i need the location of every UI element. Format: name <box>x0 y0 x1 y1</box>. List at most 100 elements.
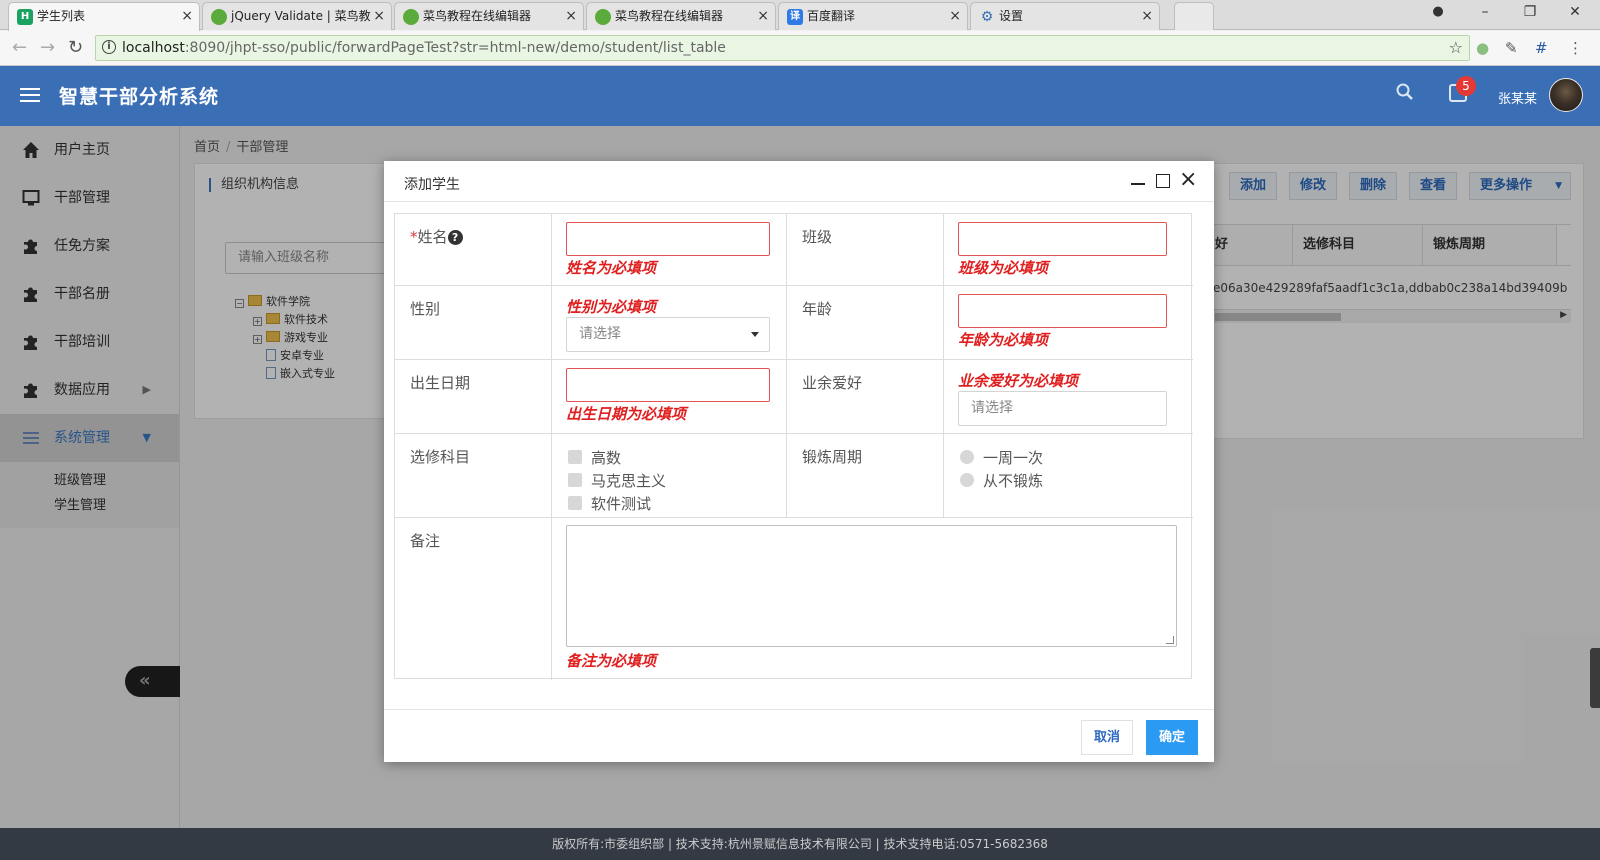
tab-title: 设置 <box>999 9 1024 23</box>
tab-title: 菜鸟教程在线编辑器 <box>423 9 532 23</box>
url-host: localhost <box>122 40 185 56</box>
hobby-error: 业余爱好为必填项 <box>958 372 1079 390</box>
name-input[interactable] <box>566 222 770 256</box>
browser-tab-baidu-translate[interactable]: 译 百度翻译 × <box>778 2 968 30</box>
info-icon[interactable]: i <box>102 40 116 54</box>
radio-label: 从不锻炼 <box>983 472 1044 490</box>
birthdate-cell: 出生日期为必填项 <box>552 360 787 434</box>
browser-tab-student-list[interactable]: H 学生列表 × <box>8 2 200 31</box>
close-tab-icon[interactable]: × <box>949 3 961 30</box>
tab-title: jQuery Validate | 菜鸟教 <box>231 9 371 23</box>
close-tab-icon[interactable]: × <box>1141 3 1153 30</box>
hobby-cell: 业余爱好为必填项 请选择 <box>944 360 1193 434</box>
new-tab-button[interactable] <box>1174 2 1214 30</box>
hobby-label: 业余爱好 <box>787 360 944 434</box>
age-input[interactable] <box>958 294 1167 328</box>
runoob-icon <box>211 9 227 25</box>
elective-checkbox[interactable]: 高数 <box>568 447 621 468</box>
birthdate-label: 出生日期 <box>395 360 552 434</box>
eyedropper-icon[interactable]: ✎ <box>1505 39 1518 57</box>
browser-tab-jquery-validate[interactable]: jQuery Validate | 菜鸟教 × <box>202 2 392 30</box>
cancel-button[interactable]: 取消 <box>1081 720 1133 755</box>
grid-extension-icon[interactable]: # <box>1535 39 1548 57</box>
forward-icon[interactable]: → <box>40 37 55 58</box>
checkbox-label: 软件测试 <box>591 495 652 513</box>
exercise-radio[interactable]: 从不锻炼 <box>960 470 1043 491</box>
gender-cell: 性别为必填项 请选择 <box>552 286 787 360</box>
remark-error: 备注为必填项 <box>566 652 657 670</box>
maximize-icon[interactable] <box>1156 174 1170 188</box>
browser-tab-runoob-editor-2[interactable]: 菜鸟教程在线编辑器 × <box>586 2 776 30</box>
checkbox-box[interactable] <box>568 450 582 464</box>
runoob-icon <box>595 9 611 25</box>
radio-label: 一周一次 <box>983 449 1044 467</box>
close-window-icon[interactable]: ✕ <box>1565 4 1585 20</box>
gender-select[interactable]: 请选择 <box>566 317 770 352</box>
profile-icon[interactable]: ● <box>1428 4 1448 19</box>
remark-label: 备注 <box>395 518 552 680</box>
help-icon[interactable]: ? <box>447 230 463 245</box>
avatar[interactable] <box>1549 78 1583 112</box>
hamburger-menu-icon[interactable] <box>20 88 40 102</box>
tab-title: 菜鸟教程在线编辑器 <box>615 9 724 23</box>
hobby-select[interactable]: 请选择 <box>958 391 1167 426</box>
minimize-icon[interactable] <box>1131 183 1145 185</box>
remark-cell: 备注为必填项 <box>552 518 1193 680</box>
minimize-window-icon[interactable]: – <box>1475 4 1495 20</box>
gender-select-placeholder: 请选择 <box>579 326 621 342</box>
required-mark: * <box>410 228 418 246</box>
page-footer: 版权所有:市委组织部 | 技术支持:杭州景赋信息技术有限公司 | 技术支持电话:… <box>0 828 1600 860</box>
name-label-text: 姓名 <box>417 228 448 246</box>
class-error: 班级为必填项 <box>958 259 1049 277</box>
h-logo-icon: H <box>17 9 33 25</box>
birthdate-error: 出生日期为必填项 <box>566 405 687 423</box>
restore-window-icon[interactable]: ❐ <box>1520 4 1540 20</box>
exercise-radio[interactable]: 一周一次 <box>960 447 1043 468</box>
divider <box>384 201 1214 202</box>
gender-error: 性别为必填项 <box>566 298 657 316</box>
exercise-cell: 一周一次 从不锻炼 <box>944 434 1193 518</box>
search-icon[interactable] <box>1396 83 1414 101</box>
class-cell: 班级为必填项 <box>944 214 1193 286</box>
radio-circle[interactable] <box>960 450 974 464</box>
browser-tab-bar: H 学生列表 × jQuery Validate | 菜鸟教 × 菜鸟教程在线编… <box>0 0 1600 31</box>
close-tab-icon[interactable]: × <box>181 3 193 30</box>
menu-icon[interactable]: ⋮ <box>1568 39 1583 57</box>
electives-cell: 高数 马克思主义 软件测试 <box>552 434 787 518</box>
close-tab-icon[interactable]: × <box>757 3 769 30</box>
class-label: 班级 <box>787 214 944 286</box>
browser-tab-runoob-editor-1[interactable]: 菜鸟教程在线编辑器 × <box>394 2 584 30</box>
gender-label: 性别 <box>395 286 552 360</box>
back-icon[interactable]: ← <box>12 37 27 58</box>
class-input[interactable] <box>958 222 1167 256</box>
elective-checkbox[interactable]: 软件测试 <box>568 493 651 514</box>
birthdate-input[interactable] <box>566 368 770 402</box>
user-name[interactable]: 张某某 <box>1498 88 1537 107</box>
url-path: :8090/jhpt-sso/public/forwardPageTest?st… <box>184 40 726 56</box>
close-tab-icon[interactable]: × <box>373 3 385 30</box>
gear-icon: ⚙ <box>980 9 994 25</box>
reload-icon[interactable]: ↻ <box>68 37 83 58</box>
checkbox-label: 马克思主义 <box>591 472 667 490</box>
browser-tab-settings[interactable]: ⚙ 设置 × <box>970 2 1160 30</box>
chevron-down-icon <box>751 332 759 337</box>
address-bar[interactable]: i localhost:8090/jhpt-sso/public/forward… <box>95 35 1470 61</box>
electives-label: 选修科目 <box>395 434 552 518</box>
elective-checkbox[interactable]: 马克思主义 <box>568 470 666 491</box>
close-tab-icon[interactable]: × <box>565 3 577 30</box>
checkbox-label: 高数 <box>591 449 622 467</box>
translate-icon: 译 <box>787 9 803 25</box>
bookmark-star-icon[interactable]: ☆ <box>1449 36 1463 60</box>
app-title: 智慧干部分析系统 <box>59 86 220 108</box>
resize-handle-icon[interactable] <box>1166 636 1174 644</box>
add-student-dialog: 添加学生 × *姓名? 姓名为必填项 班级 班级为必填项 性别 性别为必填项 请… <box>384 161 1214 762</box>
radio-circle[interactable] <box>960 473 974 487</box>
checkbox-box[interactable] <box>568 473 582 487</box>
close-icon[interactable]: × <box>1179 165 1197 195</box>
remark-textarea[interactable] <box>566 525 1177 647</box>
confirm-button[interactable]: 确定 <box>1146 720 1198 755</box>
divider <box>384 709 1214 710</box>
checkbox-box[interactable] <box>568 496 582 510</box>
extension-icon[interactable]: ● <box>1476 39 1489 57</box>
name-label: *姓名? <box>395 214 552 286</box>
